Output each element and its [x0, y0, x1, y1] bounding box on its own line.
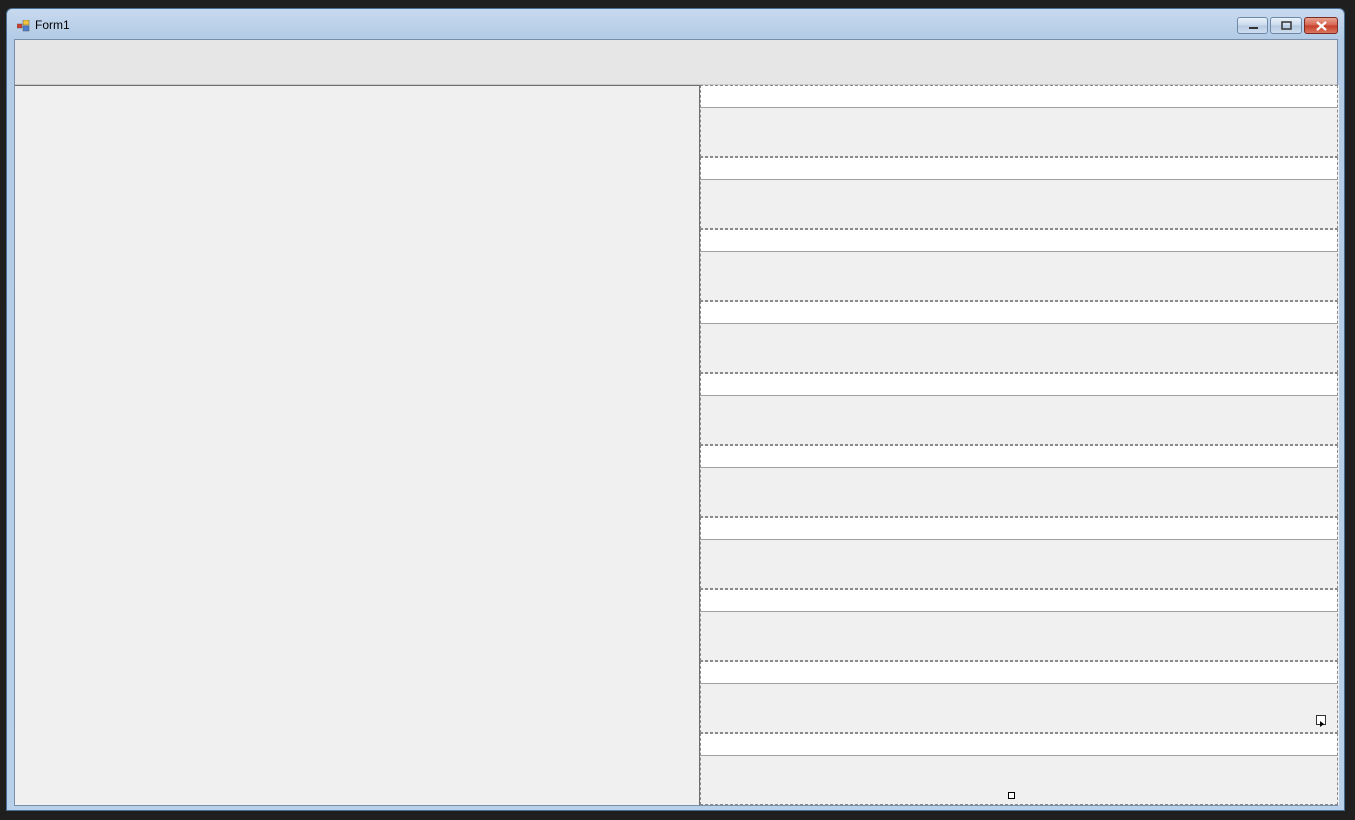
close-button[interactable] [1304, 17, 1338, 34]
text-input[interactable] [701, 590, 1337, 612]
row-content-area [701, 612, 1337, 660]
row-content-area [701, 252, 1337, 300]
row-group [700, 157, 1338, 229]
resize-handle[interactable] [1008, 792, 1015, 799]
row-content-area [701, 540, 1337, 588]
row-group [700, 229, 1338, 301]
toolstrip [15, 40, 1337, 85]
row-group [700, 445, 1338, 517]
row-content-area [701, 684, 1337, 732]
row-group [700, 589, 1338, 661]
text-input[interactable] [701, 86, 1337, 108]
text-input[interactable] [701, 374, 1337, 396]
row-content-area [701, 396, 1337, 444]
text-input[interactable] [701, 158, 1337, 180]
row-content-area [701, 180, 1337, 228]
row-content-area [701, 756, 1337, 804]
restore-button[interactable] [1270, 17, 1302, 34]
row-group [700, 517, 1338, 589]
text-input[interactable] [701, 230, 1337, 252]
smart-tag-glyph[interactable] [1316, 715, 1326, 727]
text-input[interactable] [701, 734, 1337, 756]
row-content-area [701, 324, 1337, 372]
title-bar[interactable]: Form1 [7, 9, 1344, 39]
row-group [700, 301, 1338, 373]
row-group [700, 733, 1338, 805]
window-title: Form1 [35, 18, 70, 32]
form-window: Form1 [6, 8, 1345, 811]
form-client-area [14, 39, 1339, 806]
row-group [700, 373, 1338, 445]
text-input[interactable] [701, 302, 1337, 324]
row-group [700, 85, 1338, 157]
row-group [700, 661, 1338, 733]
left-panel[interactable] [15, 85, 700, 805]
text-input[interactable] [701, 518, 1337, 540]
right-panel [700, 85, 1339, 805]
minimize-button[interactable] [1237, 17, 1268, 34]
text-input[interactable] [701, 662, 1337, 684]
row-content-area [701, 108, 1337, 156]
form-app-icon [16, 19, 31, 32]
text-input[interactable] [701, 446, 1337, 468]
row-content-area [701, 468, 1337, 516]
